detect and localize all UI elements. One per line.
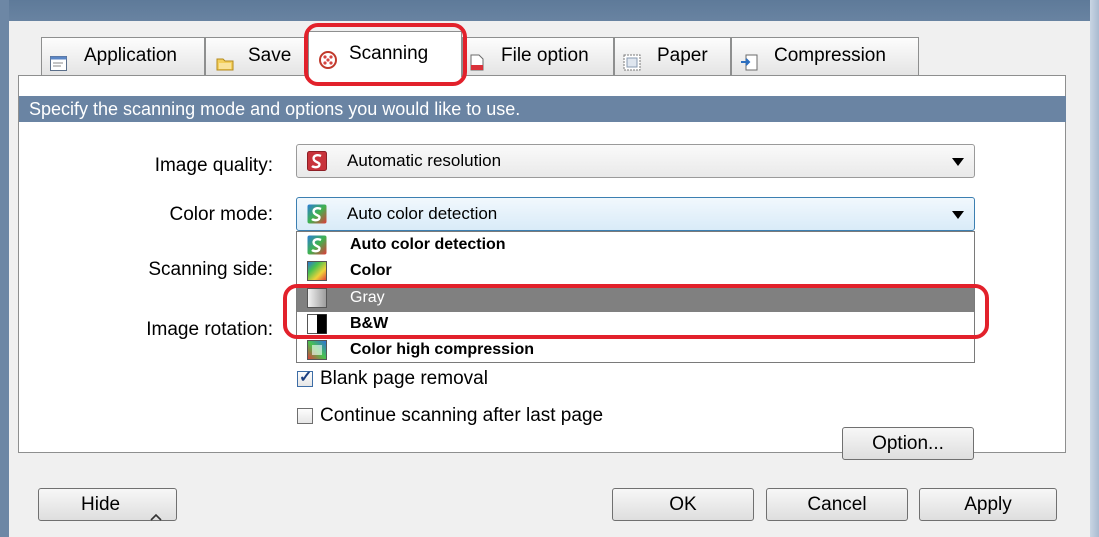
image-quality-value: Automatic resolution bbox=[347, 151, 502, 170]
continue-scanning-checkbox[interactable] bbox=[297, 408, 313, 424]
color-mode-value: Auto color detection bbox=[347, 204, 498, 223]
tab-save-label: Save bbox=[248, 45, 292, 66]
cancel-button[interactable]: Cancel bbox=[766, 488, 908, 521]
chevron-down-icon bbox=[952, 158, 964, 166]
gray-bw-highlight bbox=[283, 284, 989, 339]
tab-paper-label: Paper bbox=[657, 45, 708, 66]
continue-scanning-label: Continue scanning after last page bbox=[320, 405, 604, 426]
window-right-border bbox=[1090, 0, 1099, 537]
ok-button[interactable]: OK bbox=[612, 488, 754, 521]
color-mode-option[interactable]: Color high compression bbox=[297, 338, 974, 364]
hint-bar: Specify the scanning mode and options yo… bbox=[19, 96, 1066, 122]
color-icon bbox=[307, 261, 327, 281]
tab-file-option-label: File option bbox=[501, 45, 589, 66]
blank-page-removal-checkbox[interactable]: ✓ bbox=[297, 369, 313, 387]
checkmark-icon: ✓ bbox=[299, 369, 313, 386]
tab-compression-label: Compression bbox=[774, 45, 886, 66]
option-label: Color high compression bbox=[350, 341, 535, 358]
auto-color-icon bbox=[307, 204, 327, 224]
hide-button[interactable]: Hide bbox=[38, 488, 177, 521]
compression-icon bbox=[740, 48, 758, 71]
tab-application[interactable]: Application bbox=[41, 37, 205, 75]
tab-save[interactable]: Save bbox=[205, 37, 308, 75]
tab-application-label: Application bbox=[84, 45, 177, 66]
scanning-tab-highlight bbox=[304, 23, 467, 86]
hide-button-label: Hide bbox=[81, 494, 121, 515]
color-mode-select[interactable]: Auto color detection bbox=[296, 197, 975, 231]
color-mode-label: Color mode: bbox=[169, 204, 274, 225]
option-label: Color bbox=[350, 262, 392, 279]
window-left-border bbox=[0, 0, 9, 537]
chevron-up-icon bbox=[150, 500, 162, 531]
folder-icon bbox=[216, 48, 234, 71]
file-icon bbox=[469, 48, 486, 71]
apply-button[interactable]: Apply bbox=[919, 488, 1057, 521]
application-icon bbox=[50, 48, 67, 71]
scansnap-icon bbox=[307, 151, 327, 171]
scanning-side-label: Scanning side: bbox=[148, 259, 273, 280]
image-quality-select[interactable]: Automatic resolution bbox=[296, 144, 975, 178]
image-quality-label: Image quality: bbox=[154, 155, 273, 176]
scan-settings-window: Application Save Scanning File option Pa… bbox=[0, 0, 1099, 537]
image-rotation-label: Image rotation: bbox=[146, 319, 273, 340]
paper-icon bbox=[623, 48, 641, 71]
chevron-down-icon bbox=[952, 211, 964, 219]
blank-page-removal-label: Blank page removal bbox=[320, 368, 488, 389]
color-mode-option[interactable]: Auto color detection bbox=[297, 233, 974, 259]
auto-color-icon bbox=[307, 235, 327, 255]
tab-file-option[interactable]: File option bbox=[462, 37, 614, 75]
color-high-compression-icon bbox=[307, 340, 327, 360]
tab-paper[interactable]: Paper bbox=[614, 37, 731, 75]
tab-compression[interactable]: Compression bbox=[731, 37, 919, 75]
option-label: Auto color detection bbox=[350, 236, 506, 253]
color-mode-option[interactable]: Color bbox=[297, 259, 974, 285]
option-button[interactable]: Option... bbox=[842, 427, 974, 460]
